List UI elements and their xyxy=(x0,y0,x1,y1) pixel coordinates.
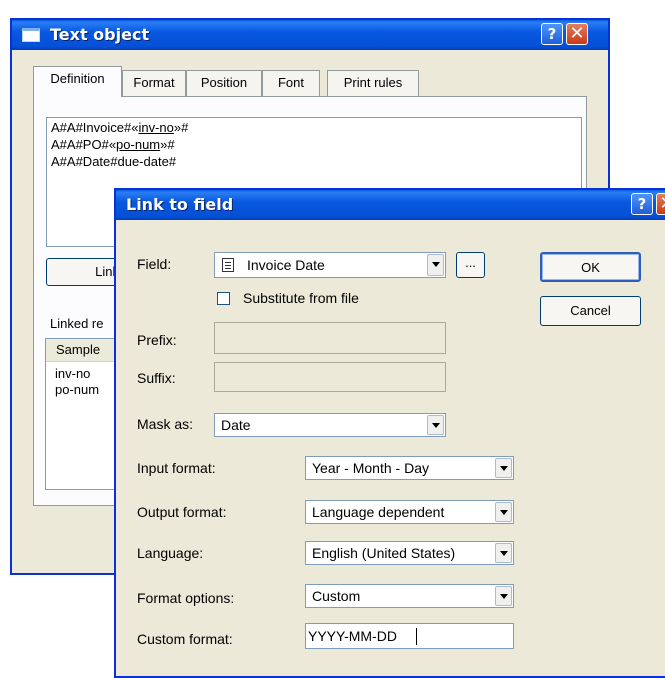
close-icon[interactable]: ✕ xyxy=(656,193,665,215)
linked-list[interactable]: Sample inv-no po-num xyxy=(45,338,125,490)
tab-definition[interactable]: Definition xyxy=(33,66,122,97)
tab-print-rules[interactable]: Print rules xyxy=(327,70,419,96)
mask-as-select[interactable]: Date xyxy=(214,413,446,437)
document-icon xyxy=(222,258,234,272)
link-dialog-titlebar[interactable]: Link to field ? ✕ xyxy=(116,190,665,220)
input-format-label: Input format: xyxy=(137,460,216,476)
output-format-select[interactable]: Language dependent xyxy=(305,500,514,524)
linked-references-label: Linked re xyxy=(50,316,104,331)
definition-line: A#A#Date#due-date# xyxy=(51,154,177,169)
suffix-label: Suffix: xyxy=(137,370,176,386)
cancel-button[interactable]: Cancel xyxy=(540,296,641,326)
ok-button[interactable]: OK xyxy=(540,252,641,282)
output-format-value: Language dependent xyxy=(312,504,445,520)
list-item[interactable]: po-num xyxy=(46,382,124,398)
field-select[interactable]: Invoice Date xyxy=(214,252,446,278)
chevron-down-icon[interactable] xyxy=(495,502,512,522)
tab-position[interactable]: Position xyxy=(186,70,262,96)
custom-format-label: Custom format: xyxy=(137,631,233,647)
format-options-value: Custom xyxy=(312,588,361,604)
help-icon[interactable]: ? xyxy=(541,23,563,45)
mask-as-value: Date xyxy=(221,417,251,433)
definition-line: A#A#PO#«po-num»# xyxy=(51,137,175,152)
text-cursor xyxy=(416,628,417,645)
suffix-input xyxy=(214,362,446,392)
output-format-label: Output format: xyxy=(137,504,227,520)
custom-format-value: YYYY-MM-DD xyxy=(308,628,397,644)
substitute-checkbox[interactable] xyxy=(217,292,230,305)
browse-button[interactable]: ... xyxy=(456,252,485,278)
chevron-down-icon[interactable] xyxy=(427,254,444,276)
definition-line: A#A#Invoice#«inv-no»# xyxy=(51,120,189,135)
text-object-title: Text object xyxy=(50,25,150,44)
tab-font[interactable]: Font xyxy=(262,70,320,96)
chevron-down-icon[interactable] xyxy=(495,458,512,478)
list-item[interactable]: inv-no xyxy=(46,362,124,382)
prefix-label: Prefix: xyxy=(137,332,177,348)
input-format-select[interactable]: Year - Month - Day xyxy=(305,456,514,480)
close-icon[interactable]: ✕ xyxy=(566,23,588,45)
language-select[interactable]: English (United States) xyxy=(305,541,514,565)
substitute-label: Substitute from file xyxy=(243,290,359,306)
help-icon[interactable]: ? xyxy=(631,193,653,215)
chevron-down-icon[interactable] xyxy=(427,415,444,435)
field-value: Invoice Date xyxy=(247,257,325,273)
window-icon xyxy=(22,28,40,42)
link-dialog-title: Link to field xyxy=(126,195,234,214)
chevron-down-icon[interactable] xyxy=(495,543,512,563)
text-object-titlebar[interactable]: Text object ? ✕ xyxy=(12,20,608,50)
language-label: Language: xyxy=(137,545,204,561)
chevron-down-icon[interactable] xyxy=(495,586,512,606)
custom-format-input[interactable]: YYYY-MM-DD xyxy=(305,623,514,649)
tab-format[interactable]: Format xyxy=(122,70,186,96)
list-header[interactable]: Sample xyxy=(46,339,124,362)
format-options-label: Format options: xyxy=(137,590,235,606)
field-label: Field: xyxy=(137,256,172,272)
mask-as-label: Mask as: xyxy=(137,416,194,432)
language-value: English (United States) xyxy=(312,545,456,561)
format-options-select[interactable]: Custom xyxy=(305,584,514,608)
prefix-input xyxy=(214,322,446,354)
input-format-value: Year - Month - Day xyxy=(312,460,429,476)
